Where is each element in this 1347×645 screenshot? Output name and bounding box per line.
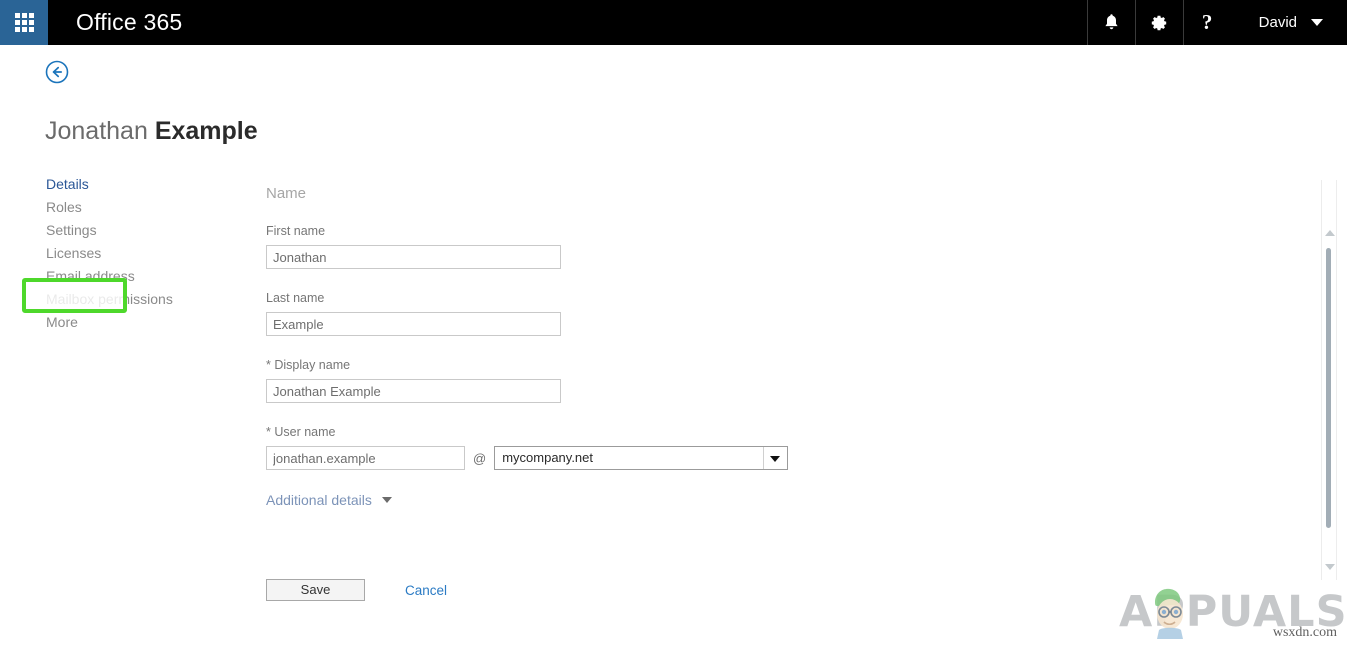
scrollbar-thumb[interactable] (1326, 248, 1331, 528)
gear-icon (1150, 14, 1168, 32)
at-symbol: @ (465, 451, 494, 466)
page-title-first-name: Jonathan (45, 117, 148, 145)
suite-bar-spacer (182, 0, 1086, 45)
form-section-heading: Name (266, 185, 826, 202)
first-name-input[interactable] (266, 245, 561, 269)
vertical-scrollbar[interactable] (1321, 180, 1337, 580)
chevron-down-icon (382, 497, 392, 503)
help-button[interactable]: ? (1183, 0, 1231, 45)
question-mark-icon: ? (1202, 12, 1213, 33)
domain-select[interactable]: mycompany.net (494, 446, 788, 470)
user-menu[interactable]: David (1231, 0, 1347, 45)
chevron-down-icon (770, 456, 780, 462)
watermark: APPUALS wsxdn.com (1113, 581, 1343, 643)
user-name-field-group: * User name @ mycompany.net (266, 425, 826, 470)
additional-details-label: Additional details (266, 492, 372, 508)
watermark-site-text: wsxdn.com (1273, 625, 1337, 641)
suite-bar: Office 365 ? David (0, 0, 1347, 45)
user-name-row: @ mycompany.net (266, 446, 826, 470)
nav-item-roles[interactable]: Roles (46, 196, 246, 219)
waffle-grid-icon (15, 13, 34, 32)
chevron-down-icon (1311, 19, 1323, 26)
nav-item-settings[interactable]: Settings (46, 219, 246, 242)
nav-item-email-address[interactable]: Email address (46, 265, 246, 288)
app-launcher-button[interactable] (0, 0, 48, 45)
additional-details-toggle[interactable]: Additional details (266, 492, 826, 508)
user-details-page: Jonathan Example Details Roles Settings … (0, 45, 1347, 645)
back-arrow-circle-icon[interactable] (45, 60, 69, 84)
page-title: Jonathan Example (45, 117, 258, 146)
cancel-link[interactable]: Cancel (405, 583, 447, 598)
page-title-last-name: Example (155, 117, 258, 145)
first-name-field-group: First name (266, 224, 826, 269)
watermark-mascot-icon (1141, 581, 1199, 644)
display-name-label: * Display name (266, 358, 826, 372)
notifications-button[interactable] (1087, 0, 1135, 45)
details-form: Name First name Last name * Display name… (266, 185, 826, 508)
form-actions: Save Cancel (266, 579, 447, 601)
last-name-input[interactable] (266, 312, 561, 336)
nav-item-mailbox-permissions[interactable]: Mailbox permissions (46, 288, 246, 311)
settings-button[interactable] (1135, 0, 1183, 45)
suite-brand-title[interactable]: Office 365 (48, 0, 182, 45)
domain-select-divider (763, 447, 764, 469)
user-menu-label: David (1259, 14, 1297, 31)
display-name-input[interactable] (266, 379, 561, 403)
last-name-label: Last name (266, 291, 826, 305)
bell-icon (1103, 13, 1120, 32)
user-name-local-input[interactable] (266, 446, 465, 470)
display-name-field-group: * Display name (266, 358, 826, 403)
save-button[interactable]: Save (266, 579, 365, 601)
user-name-label: * User name (266, 425, 826, 439)
nav-item-details[interactable]: Details (46, 173, 246, 196)
last-name-field-group: Last name (266, 291, 826, 336)
nav-item-licenses[interactable]: Licenses (46, 242, 246, 265)
nav-item-more[interactable]: More (46, 311, 246, 334)
scroll-up-arrow-icon[interactable] (1325, 230, 1335, 236)
first-name-label: First name (266, 224, 826, 238)
watermark-brand-text: APPUALS (1119, 587, 1347, 637)
scroll-down-arrow-icon[interactable] (1325, 564, 1335, 570)
scrollbar-track-edge (1336, 180, 1337, 580)
domain-select-value: mycompany.net (495, 447, 787, 469)
detail-nav: Details Roles Settings Licenses Email ad… (46, 173, 246, 334)
